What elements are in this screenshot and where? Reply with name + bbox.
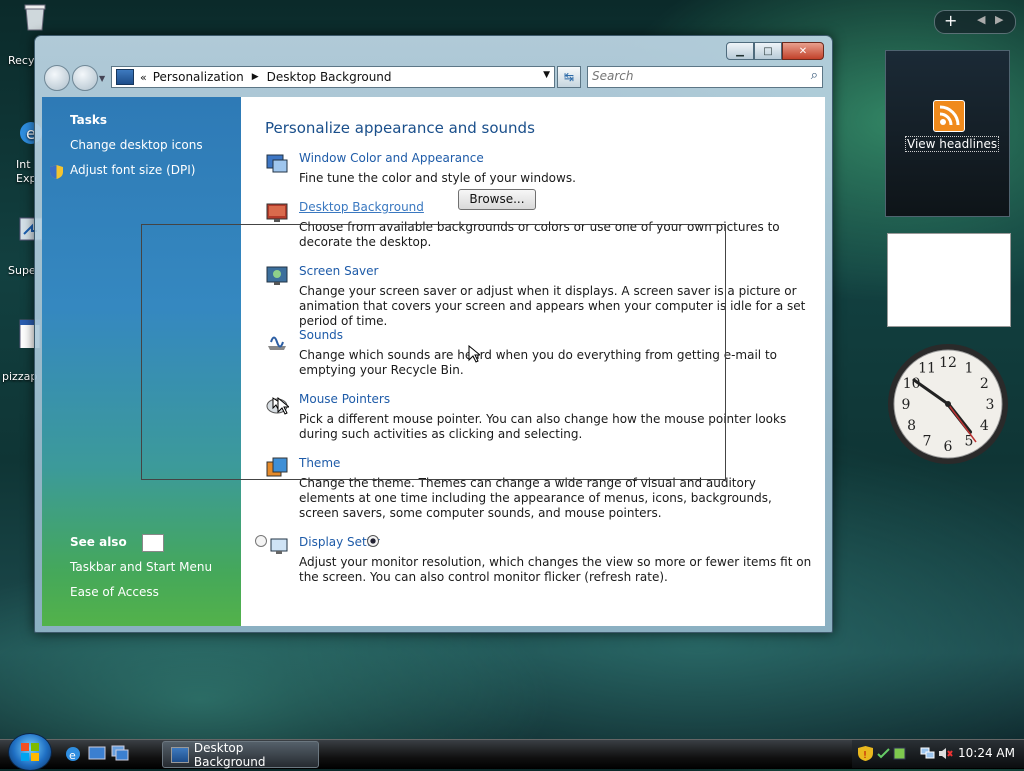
clock-number: 1 (965, 361, 974, 377)
tasks-heading: Tasks (70, 113, 108, 127)
adjust-font-size-link[interactable]: Adjust font size (DPI) (70, 163, 195, 177)
breadcrumb-overflow-icon[interactable]: « (140, 71, 147, 84)
window-color-description: Fine tune the color and style of your wi… (299, 171, 576, 185)
view-headlines-link[interactable]: View headlines (905, 136, 1000, 152)
mouse-cursor-icon (468, 345, 480, 363)
clock-number: 4 (980, 418, 989, 434)
start-button[interactable] (8, 733, 52, 771)
search-input[interactable] (588, 67, 796, 85)
windows-defender-icon[interactable] (892, 746, 907, 761)
recycle-bin-icon (24, 4, 46, 31)
display-settings-icon (270, 538, 288, 554)
change-desktop-icons-link[interactable]: Change desktop icons (70, 138, 203, 152)
close-icon: ✕ (798, 45, 808, 57)
maximize-icon: □ (763, 45, 773, 57)
breadcrumb-arrow-icon[interactable]: ▶ (252, 72, 259, 82)
control-panel-icon (116, 69, 134, 85)
clock-number: 9 (902, 397, 911, 413)
taskbar-start-menu-link[interactable]: Taskbar and Start Menu (70, 560, 212, 574)
mouse-cursor-icon (277, 397, 289, 415)
address-dropdown-icon[interactable]: ▼ (543, 70, 550, 80)
desktop-icon-label: Supe (8, 264, 36, 277)
clock-gadget[interactable]: 12 1234567891011 (886, 342, 1010, 466)
clock-number: 8 (907, 418, 916, 434)
clock-number: 3 (986, 397, 995, 413)
forward-button[interactable] (72, 65, 98, 91)
refresh-button[interactable]: ↹ (557, 66, 581, 88)
close-button[interactable]: ✕ (782, 42, 824, 60)
clock-number: 11 (918, 361, 936, 377)
window-controls: ▁ □ ✕ (726, 42, 824, 60)
show-desktop-icon[interactable] (88, 745, 106, 762)
theme-description: Change the theme. Themes can change a wi… (299, 476, 772, 520)
search-box[interactable]: ⌕ (587, 66, 823, 88)
ease-of-access-link[interactable]: Ease of Access (70, 585, 159, 599)
desktop-icon-recycle-bin[interactable]: Recy (0, 2, 46, 67)
clock-number: 7 (923, 433, 932, 449)
minimize-icon: ▁ (736, 45, 744, 57)
uac-shield-icon (50, 165, 63, 179)
desktop-background-link[interactable]: Desktop Background (299, 200, 424, 214)
back-button[interactable] (44, 65, 70, 91)
clock-number: 2 (980, 376, 989, 392)
windows-logo-icon (21, 743, 39, 761)
see-also-thumbnail (142, 534, 164, 552)
internet-explorer-quicklaunch-icon[interactable]: e (64, 745, 82, 762)
next-icon[interactable]: ▶ (995, 13, 1003, 26)
switch-windows-icon[interactable] (111, 745, 129, 762)
taskbar-button-label: Desktop Background (193, 740, 266, 769)
clock-number: 12 (939, 355, 957, 371)
security-shield-icon[interactable]: ! (858, 746, 873, 761)
maximize-button[interactable]: □ (754, 42, 782, 60)
breadcrumb-personalization[interactable]: Personalization (153, 70, 244, 84)
svg-text:e: e (69, 749, 76, 762)
browse-button[interactable]: Browse... (458, 189, 536, 210)
feed-headlines-gadget[interactable]: View headlines (885, 50, 1010, 217)
taskbar-button-desktop-background[interactable]: Desktop Background (162, 740, 319, 769)
sync-center-icon[interactable] (876, 746, 891, 761)
window-color-link[interactable]: Window Color and Appearance (299, 151, 484, 165)
svg-text:!: ! (863, 750, 867, 761)
previous-icon[interactable]: ◀ (977, 13, 985, 26)
rss-icon (933, 100, 965, 132)
clock-time[interactable]: 10:24 AM (958, 746, 1015, 760)
desktop-background-icon (266, 203, 288, 222)
volume-muted-icon[interactable] (938, 746, 953, 761)
selection-rectangle (141, 224, 726, 480)
refresh-icon: ↹ (563, 70, 575, 84)
desktop-icon-label: Recy (8, 54, 35, 67)
display-settings-description: Adjust your monitor resolution, which ch… (299, 555, 812, 584)
clock-number: 6 (944, 439, 953, 455)
control-panel-icon (171, 746, 189, 763)
recent-pages-dropdown[interactable]: ▼ (99, 74, 105, 83)
radio-selected-icon[interactable] (367, 535, 379, 547)
breadcrumb-desktop-background[interactable]: Desktop Background (267, 70, 392, 84)
radio-icon[interactable] (255, 535, 267, 547)
sidebar-controls: + ◀ ▶ (934, 10, 1016, 34)
add-gadget-icon[interactable]: + (944, 11, 957, 30)
minimize-button[interactable]: ▁ (726, 42, 754, 60)
desktop-icon-label: pizzap (2, 370, 38, 383)
address-bar[interactable]: « Personalization ▶ Desktop Background ▼ (111, 66, 555, 88)
network-icon[interactable] (920, 746, 935, 761)
window-color-icon (266, 154, 288, 173)
see-also-heading: See also (70, 535, 127, 549)
search-icon[interactable]: ⌕ (811, 68, 818, 83)
notes-gadget[interactable] (887, 233, 1011, 327)
page-title: Personalize appearance and sounds (265, 119, 535, 137)
